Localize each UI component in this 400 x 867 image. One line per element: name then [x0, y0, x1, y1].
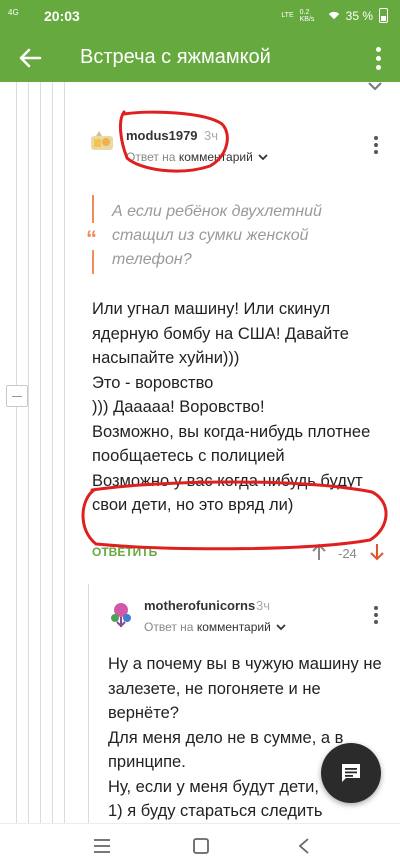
status-bar: 4G 20:03 LTE 0.2 KB/s 35 % — [0, 0, 400, 34]
comment-line: Возможно у вас когда нибудь будут свои д… — [92, 471, 368, 515]
add-comment-button[interactable] — [321, 743, 381, 803]
chevron-down-icon[interactable] — [276, 624, 286, 631]
speed-indicator: 0.2 KB/s — [299, 8, 315, 23]
menu-icon[interactable] — [92, 836, 112, 856]
comment-line: Возможно, вы когда-нибудь плотнее пообща… — [92, 422, 375, 466]
avatar[interactable] — [108, 600, 134, 628]
back-icon[interactable] — [294, 836, 314, 856]
page-title: Встреча с яжмамкой — [80, 46, 271, 68]
reply-to[interactable]: Ответ на комментарий — [126, 150, 268, 164]
wifi-icon — [328, 11, 339, 20]
chevron-down-icon[interactable] — [258, 154, 268, 161]
collapse-thread-button[interactable] — [6, 385, 28, 407]
battery-percent: 35 % — [345, 8, 373, 23]
reply-to[interactable]: Ответ на комментарий — [144, 620, 286, 634]
quoted-text: А если ребёнок двухлетний стащил из сумк… — [112, 203, 322, 268]
comment-line: Или угнал машину! Или скинул ядерную бом… — [92, 300, 354, 367]
quote-bar — [92, 250, 94, 274]
status-time: 20:03 — [44, 8, 80, 24]
more-vert-icon[interactable] — [368, 44, 388, 72]
comment-time: 3ч — [204, 128, 219, 143]
status-right: LTE 0.2 KB/s 35 % — [281, 8, 388, 23]
lte-indicator: LTE — [281, 12, 294, 19]
app-bar: Встреча с яжмамкой — [0, 34, 400, 82]
thread-line — [16, 82, 17, 823]
comment-time: 3ч — [256, 598, 271, 613]
thread-line — [88, 584, 89, 823]
reply-to-prefix: Ответ на — [144, 620, 194, 634]
avatar[interactable] — [90, 130, 114, 152]
comment-body: Или угнал машину! Или скинул ядерную бом… — [92, 297, 392, 518]
thread-line — [28, 82, 29, 823]
network-indicator: 4G — [8, 8, 19, 17]
arrow-down-icon[interactable] — [370, 543, 384, 561]
reply-to-target[interactable]: комментарий — [197, 620, 271, 634]
thread-line — [40, 82, 41, 823]
reply-to-prefix: Ответ на — [126, 150, 176, 164]
arrow-back-icon[interactable] — [16, 44, 44, 72]
comment-author[interactable]: motherofunicorns — [144, 598, 255, 613]
more-vert-icon[interactable] — [374, 136, 378, 154]
arrow-up-icon[interactable] — [312, 543, 326, 561]
thread-line — [64, 82, 65, 823]
comment-line: Ну а почему вы в чужую машину не залезет… — [108, 655, 387, 722]
more-vert-icon[interactable] — [374, 606, 378, 624]
quote-bar — [92, 195, 94, 223]
home-icon[interactable] — [191, 836, 211, 856]
comment-icon — [342, 764, 360, 782]
system-navbar — [0, 823, 400, 867]
comment-author[interactable]: modus1979 — [126, 128, 198, 143]
comment-line: Это - воровство — [92, 373, 214, 392]
battery-icon — [379, 8, 388, 23]
reply-to-target[interactable]: комментарий — [179, 150, 253, 164]
rating-value: -24 — [338, 546, 357, 561]
chevron-down-icon[interactable] — [368, 82, 382, 90]
rating: -24 — [312, 543, 392, 563]
reply-button[interactable]: ОТВЕТИТЬ — [92, 545, 157, 559]
quote-icon: “ — [86, 226, 97, 251]
comment-line: ))) Дааааа! Воровство! — [92, 398, 265, 416]
thread-line — [52, 82, 53, 823]
